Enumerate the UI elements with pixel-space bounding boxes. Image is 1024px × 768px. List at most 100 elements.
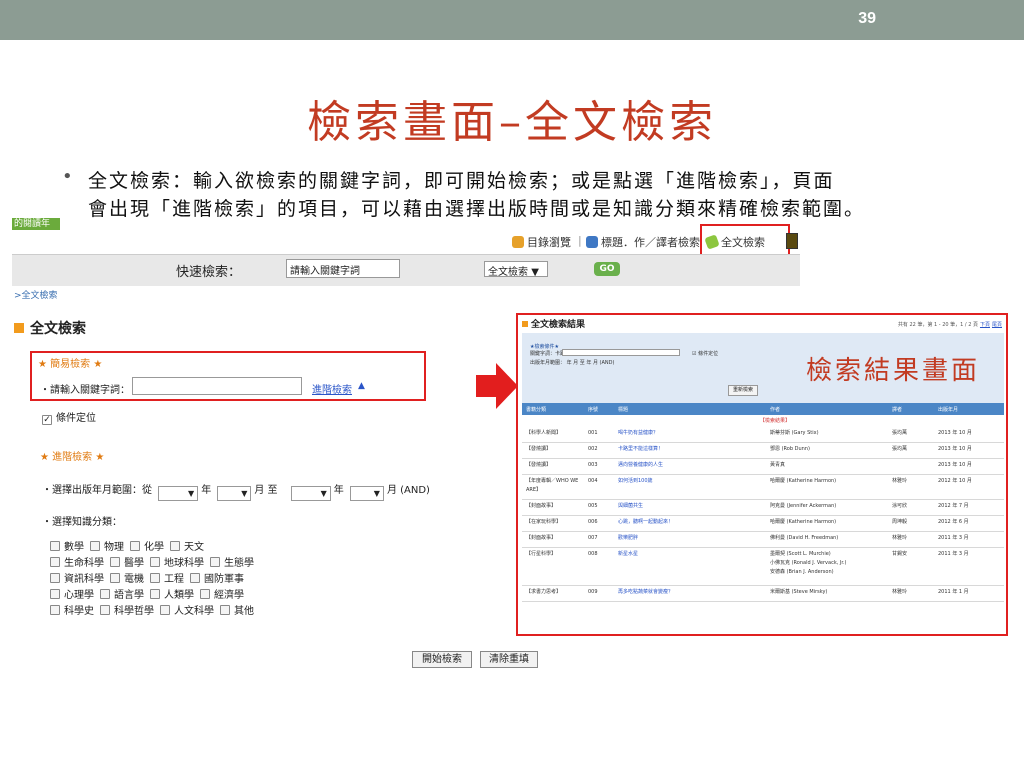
category-option[interactable]: 醫學: [110, 557, 144, 569]
cell-no: 007: [588, 535, 598, 541]
category-option[interactable]: 資訊科學: [50, 573, 104, 585]
category-label: 國防軍事: [204, 574, 244, 585]
cell-title[interactable]: 喝牛奶有益健康？: [618, 429, 658, 438]
category-checkbox[interactable]: [190, 573, 200, 583]
condition-checkbox[interactable]: ✓: [42, 415, 52, 425]
results-overlay-label: 檢索結果畫面: [805, 356, 980, 386]
results-criteria-box: ★檢索條件★ 關鍵字詞：卡路里 ☑ 條件定位 出版年月範圍： 年 月 至 年 月…: [522, 333, 1004, 403]
condition-label: 條件定位: [56, 413, 96, 424]
start-search-button[interactable]: 開始檢索: [412, 651, 472, 668]
select-arrow-icon: ▼: [531, 267, 539, 278]
breadcrumb[interactable]: >全文檢索: [14, 288, 58, 301]
category-option[interactable]: 心理學: [50, 589, 94, 601]
category-checkbox[interactable]: [50, 605, 60, 615]
category-option[interactable]: 數學: [50, 541, 84, 553]
category-option[interactable]: 國防軍事: [190, 573, 244, 585]
category-checkbox[interactable]: [150, 589, 160, 599]
collapse-triangle-icon[interactable]: ▲: [358, 381, 365, 391]
cell-title[interactable]: 再多吃點蔬菜就會變瘦？: [618, 588, 673, 597]
category-option[interactable]: 地球科學: [150, 557, 204, 569]
cell-title[interactable]: 與細菌共生: [618, 502, 643, 511]
cell-date: 2012 年 6 月: [938, 519, 969, 525]
category-option[interactable]: 科學史: [50, 605, 94, 617]
category-option[interactable]: 生態學: [210, 557, 254, 569]
category-checkbox[interactable]: [220, 605, 230, 615]
to-year-select[interactable]: ▼: [290, 486, 331, 501]
cell-date: 2011 年 3 月: [938, 535, 969, 541]
nav-catalog[interactable]: 目錄瀏覽: [512, 234, 571, 250]
cell-translator: 甘錫安: [892, 551, 908, 557]
category-checkbox[interactable]: [210, 557, 220, 567]
keyword-input[interactable]: [132, 377, 302, 395]
cell-no: 003: [588, 462, 598, 468]
category-checkbox[interactable]: [50, 557, 60, 567]
to-month-select[interactable]: ▼: [349, 486, 384, 501]
from-year-select[interactable]: ▼: [158, 486, 199, 501]
criteria-condition[interactable]: ☑ 條件定位: [692, 350, 718, 357]
cell-author: 哈爾慶 (Katherine Harmon): [770, 519, 837, 525]
cell-title[interactable]: 邁向營養健康的人生: [618, 461, 663, 470]
category-checkbox[interactable]: [90, 541, 100, 551]
cell-date: 2012 年 10 月: [938, 478, 972, 484]
cell-category: 【科學人新聞】: [526, 430, 562, 436]
table-row: 【科學人新聞】 001 喝牛奶有益健康？ 斯蒂芬斯 (Gary Stix) 張均萬 201…: [522, 427, 1004, 443]
quick-search-input[interactable]: 請輸入關鍵字詞: [286, 259, 400, 278]
category-option[interactable]: 人文科學: [160, 605, 214, 617]
nav-more-icon[interactable]: [786, 233, 798, 249]
category-checkbox[interactable]: [50, 589, 60, 599]
cell-title[interactable]: 如何活到100歲: [618, 477, 653, 486]
condition-checkbox-row[interactable]: ✓ 條件定位: [42, 409, 96, 425]
section-title: 全文檢索: [14, 318, 86, 338]
criteria-keyword-input[interactable]: [562, 349, 680, 356]
category-option[interactable]: 電機: [110, 573, 144, 585]
table-row: 【封面故事】 007 歡樂肥胖 佛利曼 (David H. Freedman) 林雅玲 2…: [522, 532, 1004, 548]
category-checkbox[interactable]: [50, 573, 60, 583]
requery-button[interactable]: 重新檢索: [728, 385, 758, 396]
category-checkbox[interactable]: [150, 557, 160, 567]
category-checkbox[interactable]: [150, 573, 160, 583]
col-title: 標題: [618, 407, 629, 413]
from-month-select[interactable]: ▼: [217, 486, 252, 501]
table-row: 【發燒讀】 003 邁向營養健康的人生 黃青真 2013 年 10 月: [522, 459, 1004, 475]
category-checkbox[interactable]: [160, 605, 170, 615]
cell-title[interactable]: 卡路里不能這樣算！: [618, 445, 663, 454]
nav-title-search[interactable]: 標題．作／譯者檢索: [586, 234, 700, 250]
category-option[interactable]: 物理: [90, 541, 124, 553]
category-option[interactable]: 人類學: [150, 589, 194, 601]
cell-author: 佛利曼 (David H. Freedman): [770, 535, 839, 541]
category-checkbox[interactable]: [100, 605, 110, 615]
clear-form-button[interactable]: 清除重填: [480, 651, 538, 668]
next-page-link[interactable]: 下頁: [980, 322, 990, 328]
category-label: 語言學: [114, 590, 144, 601]
category-checkbox[interactable]: [130, 541, 140, 551]
category-option[interactable]: 科學哲學: [100, 605, 154, 617]
category-option[interactable]: 其他: [220, 605, 254, 617]
last-page-link[interactable]: 尾頁: [992, 322, 1002, 328]
site-logo[interactable]: 的閱讀年: [12, 218, 60, 230]
col-author: 作者: [770, 407, 781, 413]
category-checkbox[interactable]: [110, 557, 120, 567]
category-option[interactable]: 經濟學: [200, 589, 244, 601]
category-checkbox[interactable]: [50, 541, 60, 551]
category-checkbox[interactable]: [200, 589, 210, 599]
category-option[interactable]: 化學: [130, 541, 164, 553]
category-option[interactable]: 語言學: [100, 589, 144, 601]
cell-title[interactable]: 新星水星: [618, 550, 638, 559]
category-option[interactable]: 生命科學: [50, 557, 104, 569]
cell-no: 006: [588, 519, 598, 525]
cell-author: 黃青真: [770, 462, 786, 468]
category-option[interactable]: 天文: [170, 541, 204, 553]
date-range-row: ・選擇出版年月範圍：從 ▼ 年 ▼ 月 至 ▼ 年 ▼ 月 (AND): [42, 481, 430, 501]
category-label: ・選擇知識分類：: [42, 517, 122, 528]
go-button[interactable]: GO: [594, 262, 620, 276]
cell-category: 【封面故事】: [526, 503, 557, 509]
advanced-search-link[interactable]: 進階檢索: [312, 381, 352, 396]
category-checkbox[interactable]: [110, 573, 120, 583]
category-checkbox[interactable]: [100, 589, 110, 599]
cell-title[interactable]: 心跳，聽啊一起動起來！: [618, 518, 673, 527]
search-mode-select[interactable]: 全文檢索 ▼: [484, 261, 548, 278]
category-option[interactable]: 工程: [150, 573, 184, 585]
cell-translator: 林雅玲: [892, 589, 908, 595]
category-checkbox[interactable]: [170, 541, 180, 551]
cell-title[interactable]: 歡樂肥胖: [618, 534, 638, 543]
